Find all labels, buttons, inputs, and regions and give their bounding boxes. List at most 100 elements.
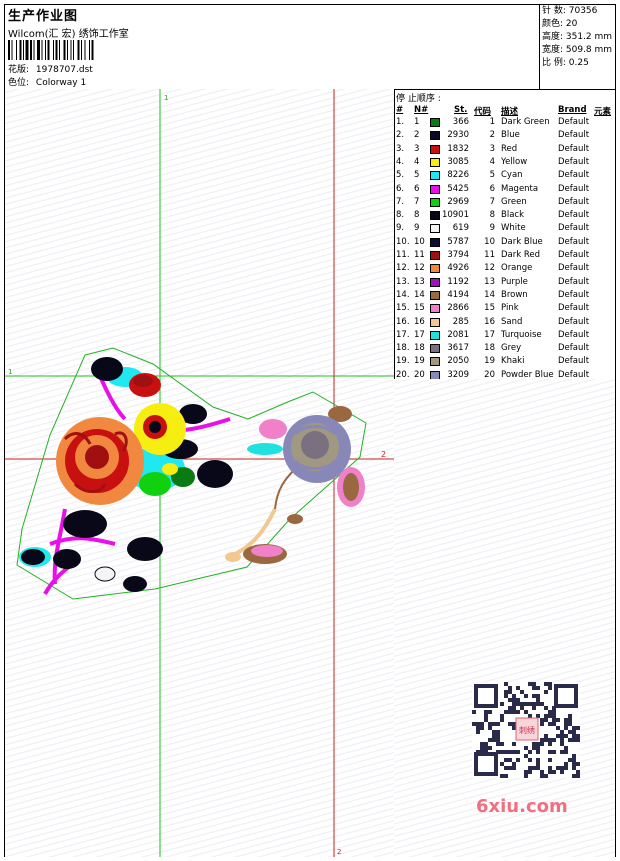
- row-needle: 6: [414, 183, 420, 194]
- row-stitches: 3617: [447, 343, 469, 354]
- row-stitches: 4926: [447, 263, 469, 274]
- row-needle: 7: [414, 196, 420, 207]
- company-name: Wilcom(汇 宏) 绣饰工作室: [8, 29, 129, 40]
- row-brand: Default: [558, 170, 590, 181]
- color-row: 16. 16 285 16 Sand Default: [394, 317, 615, 330]
- row-num: 9.: [396, 223, 405, 234]
- row-stitches: 2969: [447, 196, 469, 207]
- row-description: Turquoise: [501, 329, 542, 340]
- row-brand: Default: [558, 210, 590, 221]
- stop-sequence-table: 停 止顺序 : # N# St. 代码 描述 Brand 元素 1. 1 366 1 D…: [394, 89, 615, 380]
- row-num: 12.: [396, 263, 410, 274]
- color-row: 7. 7 2969 7 Green Default: [394, 197, 615, 210]
- row-needle: 14: [414, 289, 425, 300]
- row-description: Cyan: [501, 170, 523, 181]
- row-brand: Default: [558, 156, 590, 167]
- row-stitches: 285: [452, 316, 469, 327]
- row-description: Brown: [501, 289, 528, 300]
- row-num: 7.: [396, 196, 405, 207]
- color-swatch: [430, 171, 440, 181]
- row-needle: 18: [414, 343, 425, 354]
- col-header-n: N#: [414, 105, 429, 115]
- watermark-area: 刺绣 6xiu.com: [394, 379, 615, 857]
- row-stitches: 2930: [447, 130, 469, 141]
- row-description: White: [501, 223, 526, 234]
- design-height: 高度: 351.2 mm: [542, 32, 613, 42]
- color-row: 14. 14 4194 14 Brown Default: [394, 290, 615, 303]
- guide-label-v2: 2: [337, 848, 341, 856]
- row-description: Dark Green: [501, 117, 550, 127]
- row-stitches: 1832: [447, 143, 469, 154]
- row-brand: Default: [558, 236, 590, 247]
- row-needle: 9: [414, 223, 420, 234]
- color-swatch: [430, 277, 440, 287]
- row-brand: Default: [558, 316, 590, 327]
- row-brand: Default: [558, 343, 590, 354]
- row-num: 3.: [396, 143, 405, 154]
- color-row: 19. 19 2050 19 Khaki Default: [394, 356, 615, 369]
- row-code: 8: [489, 210, 495, 221]
- row-needle: 11: [414, 250, 425, 260]
- row-needle: 17: [414, 329, 425, 340]
- color-row: 2. 2 2930 2 Blue Default: [394, 130, 615, 143]
- row-code: 3: [489, 143, 495, 154]
- row-stitches: 2081: [447, 329, 469, 340]
- row-needle: 15: [414, 303, 425, 314]
- row-needle: 5: [414, 170, 420, 181]
- right-flower-group: [225, 406, 365, 564]
- row-code: 12: [484, 263, 495, 274]
- row-needle: 2: [414, 130, 420, 141]
- row-num: 2.: [396, 130, 405, 141]
- row-num: 14.: [396, 289, 410, 300]
- color-swatch: [430, 157, 440, 167]
- row-code: 9: [489, 223, 495, 234]
- row-needle: 13: [414, 276, 425, 287]
- design-scale: 比 例: 0.25: [542, 58, 589, 68]
- row-needle: 10: [414, 236, 425, 247]
- row-brand: Default: [558, 250, 590, 260]
- guide-label-h2: 2: [381, 450, 386, 459]
- row-description: Red: [501, 143, 518, 154]
- row-needle: 12: [414, 263, 425, 274]
- row-description: Dark Red: [501, 250, 541, 260]
- row-description: Green: [501, 196, 527, 207]
- pattern-row: 花版: 1978707.dst: [8, 62, 93, 75]
- row-brand: Default: [558, 130, 590, 141]
- col-header-brand: Brand: [558, 105, 587, 115]
- row-needle: 8: [414, 210, 420, 221]
- row-num: 18.: [396, 343, 410, 354]
- row-num: 17.: [396, 329, 410, 340]
- qr-center-logo: 刺绣: [519, 725, 535, 735]
- color-row: 1. 1 366 1 Dark Green Default: [394, 117, 615, 130]
- color-swatch: [430, 251, 440, 260]
- color-row: 18. 18 3617 18 Grey Default: [394, 343, 615, 356]
- colorway-row: 色位: Colorway 1: [8, 75, 86, 88]
- design-width: 宽度: 509.8 mm: [542, 45, 613, 55]
- color-row: 9. 9 619 9 White Default: [394, 223, 615, 236]
- row-description: Purple: [501, 276, 528, 287]
- col-header-elem: 元素: [594, 107, 612, 117]
- row-code: 19: [484, 356, 495, 367]
- guide-label-v1: 1: [164, 94, 168, 102]
- pattern-value: 1978707.dst: [35, 65, 93, 75]
- color-row: 5. 5 8226 5 Cyan Default: [394, 170, 615, 183]
- row-stitches: 2050: [447, 356, 469, 367]
- color-row: 10. 10 5787 10 Dark Blue Default: [394, 237, 615, 250]
- row-description: Khaki: [501, 356, 525, 367]
- row-code: 11: [484, 250, 495, 260]
- row-stitches: 10901: [441, 210, 469, 221]
- row-brand: Default: [558, 196, 590, 207]
- row-code: 18: [484, 343, 495, 354]
- row-stitches: 4194: [447, 289, 469, 300]
- qr-code-image: 刺绣: [472, 682, 580, 778]
- guide-label-h1: 1: [8, 368, 12, 376]
- row-brand: Default: [558, 303, 590, 314]
- color-swatch: [430, 224, 440, 234]
- color-row: 6. 6 5425 6 Magenta Default: [394, 184, 615, 197]
- row-description: Grey: [501, 343, 522, 354]
- row-num: 11.: [396, 250, 410, 260]
- row-stitches: 8226: [447, 170, 469, 181]
- color-swatch: [430, 118, 440, 127]
- row-code: 17: [484, 329, 495, 340]
- left-flower-group: [19, 357, 233, 595]
